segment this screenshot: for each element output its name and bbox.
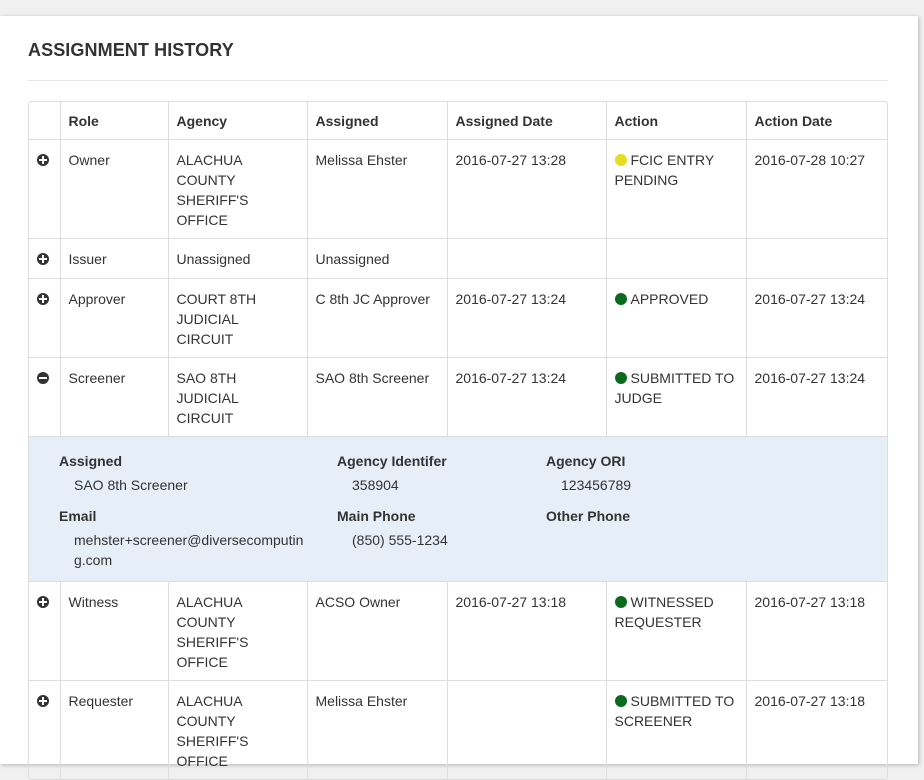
action-cell: FCIC ENTRY PENDING	[605, 139, 746, 239]
agency-cell: COURT 8TH JUDICIAL CIRCUIT	[167, 278, 307, 358]
detail-value: (850) 555-1234	[352, 532, 448, 548]
action-date-cell	[745, 238, 887, 279]
action-text: APPROVED	[630, 291, 709, 307]
section-title: ASSIGNMENT HISTORY	[28, 40, 234, 60]
assigned-date-cell	[446, 238, 606, 279]
action-cell: WITNESSED REQUESTER	[605, 581, 746, 681]
detail-value: SAO 8th Screener	[74, 477, 188, 493]
action-date-cell: 2016-07-27 13:24	[745, 357, 887, 437]
assigned-cell: SAO 8th Screener	[306, 357, 447, 437]
assigned-cell: Melissa Ehster	[306, 680, 447, 779]
action-text: SUBMITTED TO JUDGE	[614, 370, 735, 406]
role-cell: Issuer	[59, 238, 168, 279]
header-agency: Agency	[167, 102, 307, 140]
detail-main-phone: Main Phone (850) 555-1234	[337, 506, 448, 550]
assigned-date-cell: 2016-07-27 13:28	[446, 139, 606, 239]
header-action-date: Action Date	[745, 102, 887, 140]
action-date-cell: 2016-07-28 10:27	[745, 139, 887, 239]
detail-label: Agency ORI	[546, 453, 626, 469]
assigned-date-cell: 2016-07-27 13:24	[446, 357, 606, 437]
table-row[interactable]: Approver COURT 8TH JUDICIAL CIRCUIT C 8t…	[29, 278, 887, 358]
email-value[interactable]: mehster+screener@diversecomputing.com	[59, 530, 304, 570]
role-cell: Owner	[59, 139, 168, 239]
assignment-table: Role Agency Assigned Assigned Date Actio…	[28, 101, 888, 780]
collapse-minus-icon[interactable]	[37, 372, 49, 384]
role-cell: Approver	[59, 278, 168, 358]
header-action: Action	[605, 102, 746, 140]
table-row[interactable]: Screener SAO 8TH JUDICIAL CIRCUIT SAO 8t…	[29, 357, 887, 437]
assigned-cell: Unassigned	[306, 238, 447, 279]
expand-plus-icon[interactable]	[37, 695, 49, 707]
detail-panel: Assigned SAO 8th Screener Agency Identif…	[29, 436, 887, 582]
action-cell	[605, 238, 746, 279]
status-dot-icon	[614, 154, 627, 166]
table-row[interactable]: Witness ALACHUA COUNTY SHERIFF'S OFFICE …	[29, 581, 887, 681]
role-cell: Witness	[59, 581, 168, 681]
detail-agency-ori: Agency ORI 123456789	[546, 451, 631, 495]
action-date-cell: 2016-07-27 13:18	[745, 581, 887, 681]
expand-plus-icon[interactable]	[37, 253, 49, 265]
role-cell: Requester	[59, 680, 168, 779]
header-role: Role	[59, 102, 168, 140]
detail-label: Email	[59, 508, 97, 524]
action-cell: SUBMITTED TO JUDGE	[605, 357, 746, 437]
detail-value: 123456789	[561, 477, 632, 493]
row-toggle[interactable]	[29, 278, 60, 358]
action-text: SUBMITTED TO SCREENER	[614, 693, 735, 729]
agency-cell: ALACHUA COUNTY SHERIFF'S OFFICE	[167, 139, 307, 239]
header-assigned-date: Assigned Date	[446, 102, 606, 140]
table-row[interactable]: Requester ALACHUA COUNTY SHERIFF'S OFFIC…	[29, 680, 887, 779]
header-assigned: Assigned	[306, 102, 447, 140]
agency-cell: SAO 8TH JUDICIAL CIRCUIT	[167, 357, 307, 437]
row-toggle[interactable]	[29, 581, 60, 681]
detail-label: Main Phone	[337, 508, 416, 524]
agency-cell: ALACHUA COUNTY SHERIFF'S OFFICE	[167, 581, 307, 681]
row-toggle[interactable]	[29, 357, 60, 437]
expand-plus-icon[interactable]	[37, 293, 49, 305]
table-header-row: Role Agency Assigned Assigned Date Actio…	[29, 102, 887, 140]
agency-cell: Unassigned	[167, 238, 307, 279]
expand-plus-icon[interactable]	[37, 154, 49, 166]
action-cell: SUBMITTED TO SCREENER	[605, 680, 746, 779]
agency-cell: ALACHUA COUNTY SHERIFF'S OFFICE	[167, 680, 307, 779]
assigned-date-cell	[446, 680, 606, 779]
assigned-date-cell: 2016-07-27 13:24	[446, 278, 606, 358]
table-row[interactable]: Issuer Unassigned Unassigned	[29, 238, 887, 279]
detail-label: Assigned	[59, 453, 123, 469]
row-toggle[interactable]	[29, 139, 60, 239]
detail-value: 358904	[352, 477, 399, 493]
header-toggle	[29, 102, 60, 140]
detail-label: Agency Identifer	[337, 453, 447, 469]
detail-label: Other Phone	[546, 508, 631, 524]
status-dot-icon	[614, 695, 627, 707]
role-cell: Screener	[59, 357, 168, 437]
status-dot-icon	[614, 372, 627, 384]
detail-assigned: Assigned SAO 8th Screener	[59, 451, 188, 495]
detail-agency-identifier: Agency Identifer 358904	[337, 451, 447, 495]
table-row[interactable]: Owner ALACHUA COUNTY SHERIFF'S OFFICE Me…	[29, 139, 887, 239]
status-dot-icon	[614, 596, 627, 608]
status-dot-icon	[614, 293, 627, 305]
action-date-cell: 2016-07-27 13:18	[745, 680, 887, 779]
assigned-cell: Melissa Ehster	[306, 139, 447, 239]
assigned-cell: C 8th JC Approver	[306, 278, 447, 358]
action-cell: APPROVED	[605, 278, 746, 358]
detail-row: Assigned SAO 8th Screener Agency Identif…	[29, 436, 887, 582]
assigned-date-cell: 2016-07-27 13:18	[446, 581, 606, 681]
assigned-cell: ACSO Owner	[306, 581, 447, 681]
row-toggle[interactable]	[29, 238, 60, 279]
divider	[28, 80, 888, 81]
action-text: WITNESSED REQUESTER	[614, 594, 714, 630]
detail-email: Email mehster+screener@diversecomputing.…	[59, 506, 304, 570]
expand-plus-icon[interactable]	[37, 596, 49, 608]
action-text: FCIC ENTRY PENDING	[614, 152, 715, 188]
action-date-cell: 2016-07-27 13:24	[745, 278, 887, 358]
row-toggle[interactable]	[29, 680, 60, 779]
detail-other-phone: Other Phone	[546, 506, 630, 530]
